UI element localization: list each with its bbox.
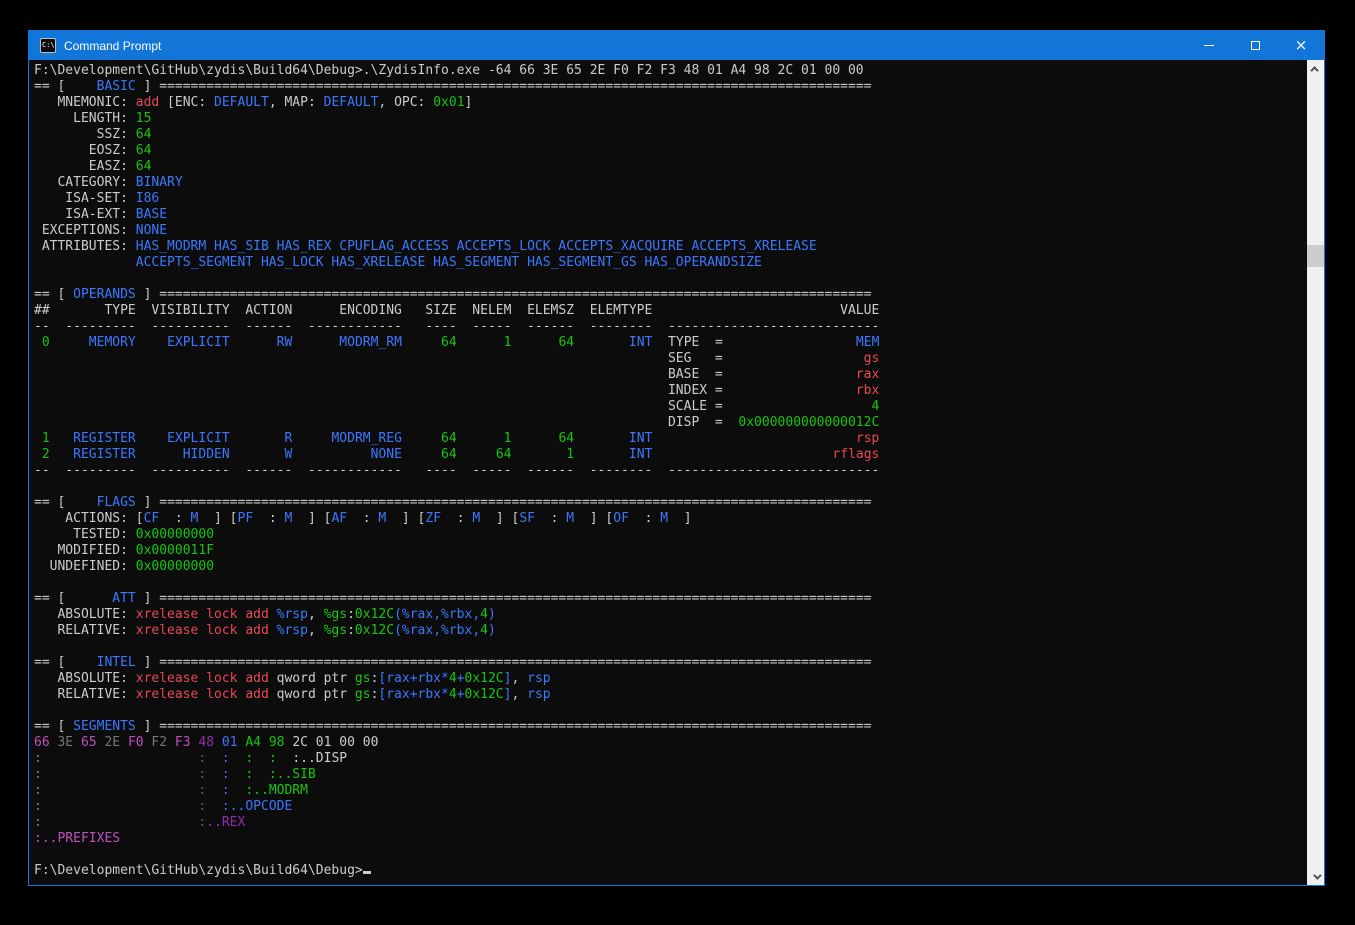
console-line <box>34 847 1307 863</box>
console-line: EOSZ: 64 <box>34 143 1307 159</box>
scroll-down-button[interactable] <box>1307 868 1324 885</box>
cmd-icon[interactable]: C:\ <box>40 38 56 53</box>
console-line: :..PREFIXES <box>34 831 1307 847</box>
titlebar[interactable]: C:\ Command Prompt × <box>29 31 1324 60</box>
chevron-down-icon <box>1313 871 1321 879</box>
console-line: == [ SEGMENTS ] ========================… <box>34 719 1307 735</box>
console-line: : : : : :..SIB <box>34 767 1307 783</box>
console-line: EASZ: 64 <box>34 159 1307 175</box>
console-line: 1 REGISTER EXPLICIT R MODRM_REG 64 1 64 … <box>34 431 1307 447</box>
window-title: Command Prompt <box>64 39 161 53</box>
console-line: 66 3E 65 2E F0 F2 F3 48 01 A4 98 2C 01 0… <box>34 735 1307 751</box>
chevron-up-icon <box>1310 66 1318 74</box>
console-line: CATEGORY: BINARY <box>34 175 1307 191</box>
scrollbar-track[interactable] <box>1307 60 1324 885</box>
console-line: 2 REGISTER HIDDEN W NONE 64 64 1 INT rfl… <box>34 447 1307 463</box>
console-line: ACCEPTS_SEGMENT HAS_LOCK HAS_XRELEASE HA… <box>34 255 1307 271</box>
scroll-up-button[interactable] <box>1307 60 1324 77</box>
console-line: : : : : : :..DISP <box>34 751 1307 767</box>
console-line: DISP = 0x000000000000012C <box>34 415 1307 431</box>
console-line: == [ FLAGS ] ===========================… <box>34 495 1307 511</box>
console-line: ABSOLUTE: xrelease lock add qword ptr gs… <box>34 671 1307 687</box>
console-line: SCALE = 4 <box>34 399 1307 415</box>
maximize-button[interactable] <box>1232 31 1278 60</box>
command-prompt-window: C:\ Command Prompt × F:\Development\GitH… <box>28 30 1325 886</box>
console-line: == [ INTEL ] ===========================… <box>34 655 1307 671</box>
console-line: TESTED: 0x00000000 <box>34 527 1307 543</box>
console-line: ## TYPE VISIBILITY ACTION ENCODING SIZE … <box>34 303 1307 319</box>
console-line: : :..REX <box>34 815 1307 831</box>
console-line: : : :..OPCODE <box>34 799 1307 815</box>
console-output[interactable]: F:\Development\GitHub\zydis\Build64\Debu… <box>29 60 1307 885</box>
console-line: SSZ: 64 <box>34 127 1307 143</box>
console-line: LENGTH: 15 <box>34 111 1307 127</box>
console-line <box>34 639 1307 655</box>
close-icon: × <box>1295 38 1308 53</box>
desktop: C:\ Command Prompt × F:\Development\GitH… <box>0 0 1355 925</box>
console-line: EXCEPTIONS: NONE <box>34 223 1307 239</box>
console-line <box>34 703 1307 719</box>
text-cursor <box>363 871 371 874</box>
console-line: MODIFIED: 0x0000011F <box>34 543 1307 559</box>
console-line: RELATIVE: xrelease lock add qword ptr gs… <box>34 687 1307 703</box>
console-line: == [ OPERANDS ] ========================… <box>34 287 1307 303</box>
console-line: -- --------- ---------- ------ ---------… <box>34 319 1307 335</box>
console-line: INDEX = rbx <box>34 383 1307 399</box>
console-line: ACTIONS: [CF : M ] [PF : M ] [AF : M ] [… <box>34 511 1307 527</box>
console-line: ISA-SET: I86 <box>34 191 1307 207</box>
console-line: ISA-EXT: BASE <box>34 207 1307 223</box>
console-line: ABSOLUTE: xrelease lock add %rsp, %gs:0x… <box>34 607 1307 623</box>
close-button[interactable]: × <box>1278 31 1324 60</box>
console-line: 0 MEMORY EXPLICIT RW MODRM_RM 64 1 64 IN… <box>34 335 1307 351</box>
console-line: RELATIVE: xrelease lock add %rsp, %gs:0x… <box>34 623 1307 639</box>
console: F:\Development\GitHub\zydis\Build64\Debu… <box>29 60 1324 885</box>
console-line <box>34 479 1307 495</box>
console-line: : : : :..MODRM <box>34 783 1307 799</box>
scrollbar-thumb[interactable] <box>1307 245 1324 267</box>
console-line: F:\Development\GitHub\zydis\Build64\Debu… <box>34 63 1307 79</box>
console-line: == [ ATT ] =============================… <box>34 591 1307 607</box>
console-line: ATTRIBUTES: HAS_MODRM HAS_SIB HAS_REX CP… <box>34 239 1307 255</box>
minimize-icon <box>1204 45 1214 46</box>
console-line <box>34 271 1307 287</box>
window-controls: × <box>1186 31 1324 60</box>
console-line: -- --------- ---------- ------ ---------… <box>34 463 1307 479</box>
minimize-button[interactable] <box>1186 31 1232 60</box>
console-line: BASE = rax <box>34 367 1307 383</box>
console-line: == [ BASIC ] ===========================… <box>34 79 1307 95</box>
console-line: UNDEFINED: 0x00000000 <box>34 559 1307 575</box>
console-line: F:\Development\GitHub\zydis\Build64\Debu… <box>34 863 1307 879</box>
console-line: MNEMONIC: add [ENC: DEFAULT, MAP: DEFAUL… <box>34 95 1307 111</box>
console-line: SEG = gs <box>34 351 1307 367</box>
maximize-icon <box>1251 41 1260 50</box>
console-line <box>34 575 1307 591</box>
